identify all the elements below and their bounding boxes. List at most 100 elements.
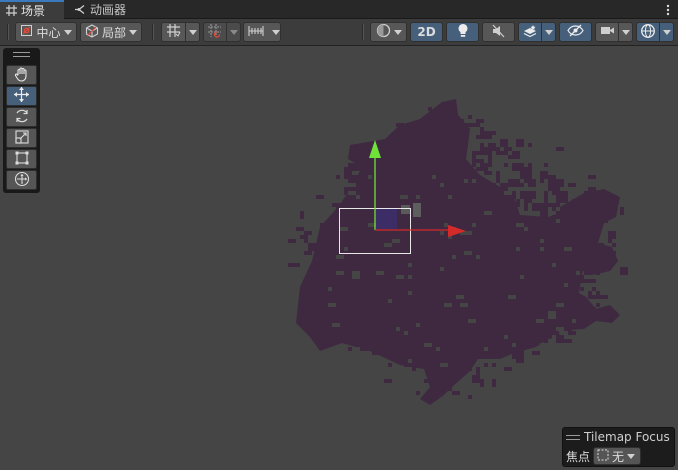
toolbar-grip (152, 24, 154, 40)
tile (480, 163, 488, 171)
tile (380, 331, 384, 335)
tile (528, 303, 532, 311)
tile (524, 171, 532, 175)
tile (596, 219, 604, 223)
tile (536, 291, 540, 295)
tile (472, 123, 480, 127)
tile (376, 287, 384, 291)
tile (372, 335, 376, 343)
audio-mute-icon (491, 24, 506, 41)
tile-gap (540, 239, 544, 243)
tile (424, 327, 428, 331)
scene-viewport[interactable] (0, 47, 678, 470)
tile (364, 183, 368, 191)
tile (528, 275, 536, 283)
pivot-dropdown[interactable]: 中心 (15, 22, 77, 42)
tile-gap (440, 267, 444, 271)
tile (576, 315, 584, 319)
tile (440, 351, 448, 359)
tile (296, 263, 300, 267)
tile (480, 351, 484, 355)
tile-gap (356, 195, 360, 199)
tile (568, 227, 572, 231)
layers-effects-icon (523, 24, 538, 41)
snap-settings-button[interactable] (243, 22, 281, 42)
tile-gap (540, 247, 544, 251)
tile (540, 215, 544, 219)
tile-gap (424, 343, 432, 347)
tile (376, 319, 380, 323)
tile (596, 251, 604, 255)
camera-settings-button[interactable] (595, 22, 633, 42)
tile (436, 163, 444, 167)
camera-dropdown[interactable] (618, 23, 632, 41)
tile-gap (340, 227, 348, 231)
gizmos-dropdown[interactable] (659, 23, 673, 41)
gizmos-button[interactable] (636, 22, 674, 42)
grid-icon (6, 5, 17, 16)
tab-scene[interactable]: 场景 (0, 0, 64, 19)
tile-gap (408, 263, 412, 267)
tile-gap (504, 335, 508, 339)
rotate-tool[interactable] (6, 107, 37, 127)
audio-toggle-button[interactable] (482, 22, 515, 42)
tile (352, 215, 356, 223)
scene-canvas[interactable] (0, 47, 678, 470)
tile (336, 263, 340, 267)
tile (548, 267, 552, 271)
tile (468, 355, 476, 363)
increment-snap-button[interactable] (203, 22, 241, 42)
tile-gap (512, 343, 516, 347)
tile-gap (464, 179, 468, 183)
tile (416, 391, 420, 395)
focus-dropdown[interactable]: 无 (593, 447, 642, 465)
tile (420, 167, 428, 175)
tile (388, 327, 396, 331)
transform-tool[interactable] (6, 170, 37, 190)
tile (476, 135, 484, 139)
tile (320, 247, 324, 255)
tile (516, 355, 524, 363)
chevron-down-icon (393, 29, 402, 35)
grid-snap-dropdown[interactable] (185, 23, 199, 41)
tile-gap (328, 187, 336, 191)
tile-marker (401, 205, 410, 214)
increment-snap-dropdown[interactable] (226, 23, 240, 41)
rotate-icon (14, 108, 30, 127)
tile (540, 171, 548, 179)
tile (376, 335, 384, 343)
tile (408, 311, 416, 315)
grid-snap-button[interactable] (161, 22, 200, 42)
shading-sphere-icon (376, 23, 391, 41)
move-tool[interactable] (6, 86, 37, 106)
tile (472, 159, 476, 167)
tile (480, 151, 484, 155)
rect-tool[interactable] (6, 149, 37, 169)
scale-tool[interactable] (6, 128, 37, 148)
tile (340, 275, 348, 279)
overlay-header[interactable]: Tilemap Focus (566, 430, 670, 444)
palette-drag-handle[interactable] (13, 52, 30, 57)
tile (380, 307, 388, 311)
tile (372, 351, 380, 355)
tile (416, 143, 420, 151)
lighting-toggle-button[interactable] (446, 22, 479, 42)
tile-gap (456, 295, 464, 299)
tile (568, 231, 576, 239)
tile (396, 167, 404, 175)
scene-visibility-button[interactable] (559, 22, 592, 42)
tile (508, 303, 512, 311)
hand-icon (14, 66, 30, 85)
xy-plane-handle[interactable] (376, 210, 395, 229)
space-dropdown[interactable]: 局部 (80, 22, 142, 42)
effects-dropdown[interactable] (541, 23, 555, 41)
more-options-icon[interactable] (666, 1, 670, 18)
effects-toggle-button[interactable] (518, 22, 556, 42)
tab-animator[interactable]: 动画器 (68, 0, 132, 19)
draw-mode-dropdown[interactable] (370, 22, 407, 42)
tab-scene-label: 场景 (21, 4, 46, 18)
hand-tool[interactable] (6, 65, 37, 85)
toggle-2d-button[interactable]: 2D (410, 22, 443, 42)
tile (456, 163, 460, 167)
tile (560, 183, 564, 187)
